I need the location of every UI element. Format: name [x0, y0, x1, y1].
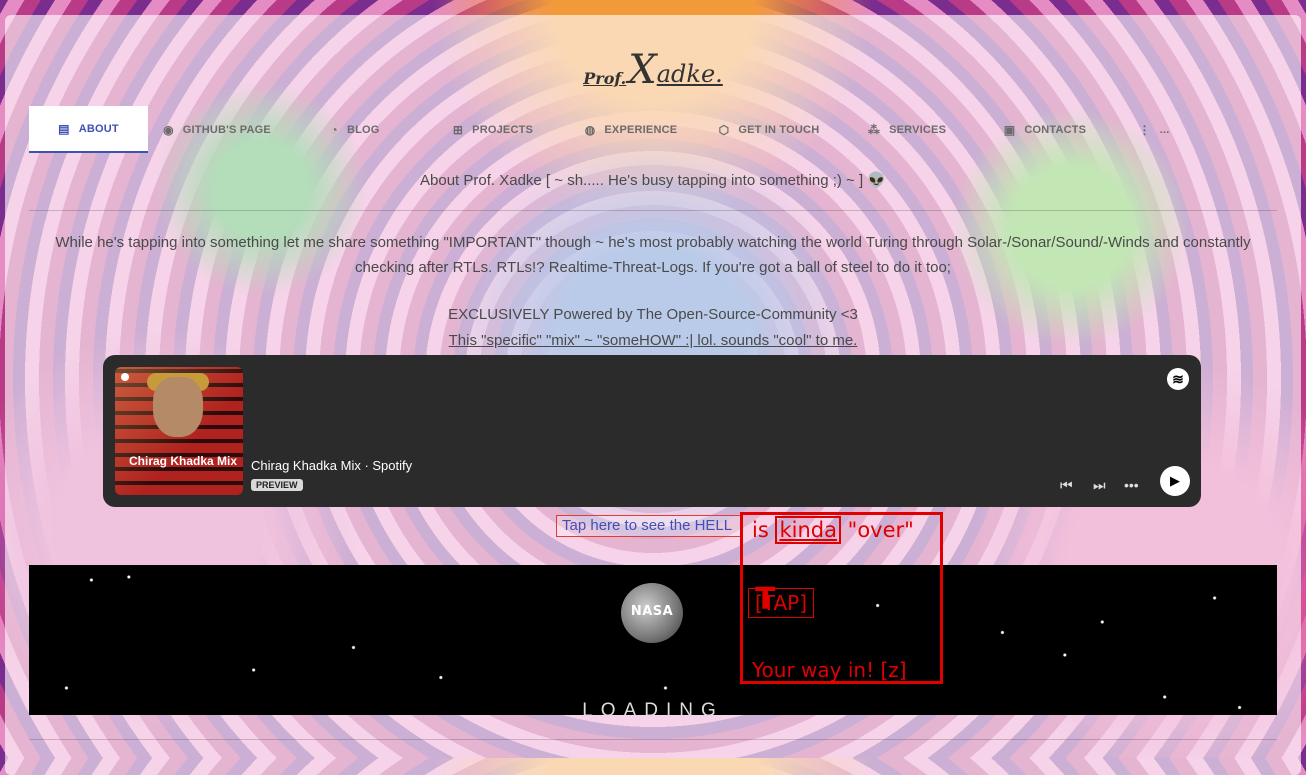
- logo-prof: Prof.: [583, 69, 627, 88]
- spotify-track-title[interactable]: Chirag Khadka Mix · Spotify: [251, 458, 412, 473]
- mix-link[interactable]: This "specific" "mix" ~ "someHOW" :| lol…: [0, 332, 1306, 349]
- overlay-word-over: "over": [847, 518, 914, 542]
- tab-label: ...: [1159, 123, 1170, 136]
- more-vertical-icon: ⋮: [1138, 122, 1151, 137]
- description-text: While he's tapping into something let me…: [55, 234, 1251, 276]
- overlay-word-is: is: [752, 518, 769, 542]
- handshake-icon: ⬡: [718, 122, 730, 137]
- main-tabs: ▤ ABOUT ◉ GITHUB'S PAGE ◔ BLOG ⊞ PROJECT…: [29, 106, 1277, 153]
- tab-about[interactable]: ▤ ABOUT: [29, 106, 148, 153]
- rss-icon: ◔: [330, 122, 338, 137]
- dribbble-icon: ◍: [584, 122, 596, 137]
- tab-label: SERVICES: [889, 123, 947, 136]
- divider: [29, 210, 1277, 211]
- tab-projects[interactable]: ⊞ PROJECTS: [424, 106, 562, 153]
- preview-badge: PREVIEW: [251, 479, 303, 491]
- spotify-embed[interactable]: Chirag Khadka Mix Chirag Khadka Mix · Sp…: [103, 355, 1201, 507]
- logo-initial: X: [628, 47, 657, 93]
- tab-label: CONTACTS: [1024, 123, 1087, 136]
- tab-label: EXPERIENCE: [604, 123, 678, 136]
- album-cover[interactable]: Chirag Khadka Mix: [115, 367, 243, 495]
- tab-services[interactable]: ⁂ SERVICES: [838, 106, 976, 153]
- more-options-icon[interactable]: •••: [1124, 477, 1139, 493]
- id-card-icon: ▤: [58, 121, 70, 136]
- github-icon: ◉: [163, 122, 174, 137]
- space-banner: NASA: [29, 565, 1277, 715]
- divider: [29, 739, 1277, 740]
- contact-book-icon: ▣: [1003, 122, 1016, 137]
- overlay-box[interactable]: is kinda "over" [TAP] T Your way in! [z]: [740, 512, 943, 684]
- powered-by-text: EXCLUSIVELY Powered by The Open-Source-C…: [448, 306, 858, 323]
- tab-github[interactable]: ◉ GITHUB'S PAGE: [148, 106, 286, 153]
- network-icon: ⁂: [867, 122, 881, 137]
- hell-link[interactable]: Tap here to see the HELL: [556, 515, 742, 537]
- nasa-logo: NASA: [621, 583, 683, 643]
- sitemap-icon: ⊞: [452, 122, 464, 137]
- previous-track-icon[interactable]: ⏮: [1060, 477, 1073, 494]
- text-cursor-icon: T: [755, 582, 776, 617]
- tab-blog[interactable]: ◔ BLOG: [286, 106, 424, 153]
- cover-title: Chirag Khadka Mix: [129, 454, 238, 468]
- tab-label: GET IN TOUCH: [738, 123, 820, 136]
- about-heading: About Prof. Xadke [ ~ sh..... He's busy …: [420, 172, 886, 189]
- tab-label: ABOUT: [78, 122, 119, 135]
- overlay-word-kinda: kinda: [775, 516, 841, 544]
- loading-text: LOADING: [582, 700, 724, 721]
- tab-get-in-touch[interactable]: ⬡ GET IN TOUCH: [700, 106, 838, 153]
- spotify-logo-icon[interactable]: ≋: [1167, 368, 1189, 390]
- overlay-headline: is kinda "over": [752, 516, 914, 544]
- tab-label: BLOG: [346, 123, 380, 136]
- play-button[interactable]: ▶: [1160, 466, 1190, 496]
- tab-label: PROJECTS: [472, 123, 534, 136]
- way-in-text: Your way in! [z]: [752, 658, 907, 682]
- logo-rest: adke.: [656, 60, 723, 88]
- spotify-mini-icon: [121, 373, 129, 381]
- next-track-icon[interactable]: ⏭: [1093, 477, 1106, 494]
- tab-experience[interactable]: ◍ EXPERIENCE: [562, 106, 700, 153]
- tab-more[interactable]: ⋮ ...: [1114, 106, 1194, 153]
- site-logo[interactable]: Prof. X adke.: [583, 44, 723, 93]
- cover-face: [153, 377, 203, 437]
- tab-contacts[interactable]: ▣ CONTACTS: [976, 106, 1114, 153]
- tab-label: GITHUB'S PAGE: [182, 123, 271, 136]
